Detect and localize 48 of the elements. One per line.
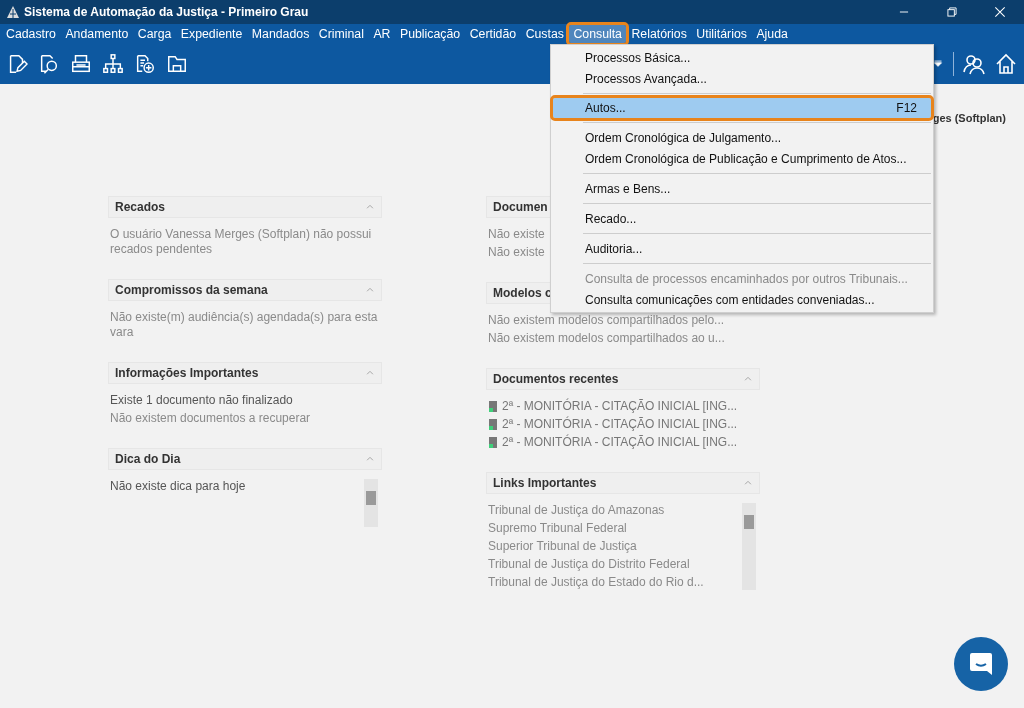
- menu-option[interactable]: Processos Avançada...: [553, 68, 931, 89]
- menu-option[interactable]: Consulta comunicações com entidades conveniadas...: [553, 289, 931, 310]
- menu-item[interactable]: Cadastro: [2, 25, 60, 43]
- panel-text: Tribunal de Justiça do Amazonas: [488, 503, 665, 518]
- menu-item[interactable]: AR: [369, 25, 395, 43]
- panel-title: Compromissos da semana: [115, 283, 268, 297]
- panel-text: Não existem documentos a recuperar: [110, 411, 311, 426]
- menu-option[interactable]: Ordem Cronológica de Julgamento...: [553, 127, 931, 148]
- panel-title: Documentos recentes: [493, 372, 619, 386]
- menu-option[interactable]: Autos... F12: [553, 98, 931, 118]
- menu-option[interactable]: Ordem Cronológica de Publicação e Cumprimento de Atos...: [553, 148, 931, 169]
- menu-item[interactable]: Custas: [521, 25, 568, 43]
- menu-item[interactable]: Andamento: [61, 25, 133, 43]
- menu-item[interactable]: Certidão: [465, 25, 521, 43]
- panel-text: Não existe(m) audiência(s) agendada(s) para esta vara: [110, 310, 379, 340]
- menu-item[interactable]: Ajuda: [752, 25, 792, 43]
- menu-item[interactable]: Consulta: [569, 25, 626, 43]
- panel-text: Existe 1 documento não finalizado: [110, 393, 293, 408]
- panel-text: Não existe: [488, 245, 545, 260]
- panel-title: Links Importantes: [493, 476, 597, 490]
- panel-text: Tribunal de Justiça do Estado do Rio d...: [488, 575, 704, 590]
- menu-item[interactable]: Carga: [133, 25, 176, 43]
- menu-item[interactable]: Utilitários: [692, 25, 751, 43]
- panel-text: Não existem modelos compartilhados pelo...: [488, 313, 725, 328]
- panel-text: O usuário Vanessa Merges (Softplan) não possui recados pendentes: [110, 227, 373, 257]
- panel-text: Tribunal de Justiça do Distrito Federal: [488, 557, 690, 572]
- document-item[interactable]: 2ª - MONITÓRIA - CITAÇÃO INICIAL [ING...: [488, 417, 738, 432]
- panel-text: Não existe dica para hoje: [110, 479, 246, 494]
- menu-option[interactable]: Armas e Bens...: [553, 178, 931, 199]
- panel-title: Informações Importantes: [115, 366, 259, 380]
- document-item[interactable]: 2ª - MONITÓRIA - CITAÇÃO INICIAL [ING...: [488, 435, 738, 450]
- panel-text: Superior Tribunal de Justiça: [488, 539, 637, 554]
- panel-text: Não existe: [488, 227, 545, 242]
- window-title: Sistema de Automação da Justiça - Primeiro Grau: [24, 5, 310, 19]
- menu-option[interactable]: Auditoria...: [553, 238, 931, 259]
- panel-text: Supremo Tribunal Federal: [488, 521, 627, 536]
- menu-item[interactable]: Criminal: [314, 25, 368, 43]
- document-item[interactable]: 2ª - MONITÓRIA - CITAÇÃO INICIAL [ING...: [488, 399, 738, 414]
- menu-item[interactable]: Mandados: [247, 25, 314, 43]
- menu-option[interactable]: Processos Básica...: [553, 47, 931, 68]
- panel-title: Recados: [115, 200, 166, 214]
- panel-text: Não existem modelos compartilhados ao u...: [488, 331, 725, 346]
- menu-option[interactable]: Recado...: [553, 208, 931, 229]
- panel-title: Documen: [493, 200, 548, 214]
- menu-item[interactable]: Relatórios: [627, 25, 691, 43]
- panel-title: Dica do Dia: [115, 452, 181, 466]
- menu-item[interactable]: Publicação: [396, 25, 465, 43]
- menu-item[interactable]: Expediente: [176, 25, 247, 43]
